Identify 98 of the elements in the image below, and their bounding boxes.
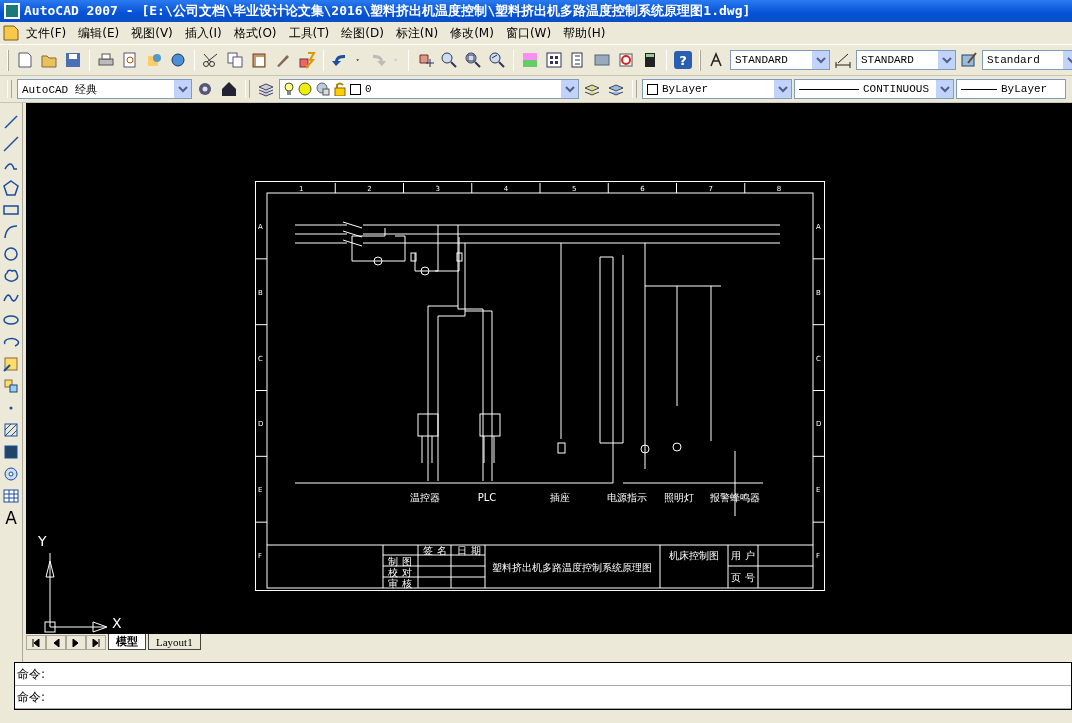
y-axis-label: Y bbox=[38, 533, 47, 549]
dimension-style-select[interactable]: STANDARD bbox=[856, 50, 956, 70]
design-center-icon[interactable] bbox=[545, 51, 563, 69]
viewport-freeze-icon bbox=[316, 82, 330, 96]
linetype-name: CONTINUOUS bbox=[863, 83, 929, 95]
zoom-previous-icon[interactable] bbox=[488, 51, 506, 69]
new-file-icon[interactable] bbox=[16, 51, 34, 69]
sheet-set-icon[interactable] bbox=[593, 51, 611, 69]
gear-icon[interactable] bbox=[196, 80, 214, 98]
clipboard-icon[interactable] bbox=[250, 51, 268, 69]
table-icon[interactable] bbox=[2, 487, 20, 505]
arrow-icon bbox=[32, 638, 40, 647]
hatch-icon[interactable] bbox=[2, 421, 20, 439]
lineweight-select[interactable]: ByLayer bbox=[956, 79, 1066, 99]
line-sample-icon bbox=[799, 87, 859, 91]
prev-tab-button[interactable] bbox=[46, 635, 66, 650]
preview-icon[interactable] bbox=[121, 51, 139, 69]
load-label: 电源指示 bbox=[607, 492, 647, 503]
color-swatch-icon bbox=[647, 83, 658, 95]
role-label: 制 图 bbox=[388, 556, 412, 567]
layer-name: 0 bbox=[365, 83, 372, 95]
table-style-icon[interactable] bbox=[960, 51, 978, 69]
color-swatch-icon bbox=[350, 83, 361, 95]
workspace-select[interactable]: AutoCAD 经典 bbox=[17, 79, 192, 99]
text-style-select[interactable]: STANDARD bbox=[730, 50, 830, 70]
menu-item[interactable]: 格式(O) bbox=[227, 24, 283, 42]
arrow-icon bbox=[92, 638, 100, 647]
menu-item[interactable]: 帮助(H) bbox=[557, 24, 612, 42]
command-prompt: 命令: bbox=[17, 688, 46, 706]
layout-tab[interactable]: 模型 bbox=[108, 634, 146, 650]
first-tab-button[interactable] bbox=[26, 635, 46, 650]
gradient-icon[interactable] bbox=[2, 443, 20, 461]
lightbulb-icon bbox=[284, 82, 294, 96]
arc-icon[interactable] bbox=[2, 223, 20, 241]
revision-cloud-icon[interactable] bbox=[2, 267, 20, 285]
multiline-text-tool[interactable]: A bbox=[5, 507, 17, 529]
arrow-icon bbox=[72, 638, 80, 647]
drawing-type: 机床控制图 bbox=[669, 550, 719, 561]
layout-tab[interactable]: Layout1 bbox=[148, 634, 201, 650]
save-icon[interactable] bbox=[64, 51, 82, 69]
polygon-icon[interactable] bbox=[2, 179, 20, 197]
load-label: 照明灯 bbox=[664, 492, 694, 503]
load-label: 报警蜂鸣器 bbox=[710, 492, 760, 503]
sun-icon bbox=[298, 82, 312, 96]
menu-item[interactable]: 视图(V) bbox=[125, 24, 179, 42]
role-label: 审 核 bbox=[388, 578, 412, 589]
load-label: 插座 bbox=[550, 492, 570, 503]
command-window[interactable]: 命令: 命令: bbox=[14, 662, 1072, 710]
load-label: PLC bbox=[477, 492, 497, 503]
menu-item[interactable]: 工具(T) bbox=[282, 24, 336, 42]
markup-icon[interactable] bbox=[617, 51, 635, 69]
menu-item[interactable]: 窗口(W) bbox=[499, 24, 558, 42]
menu-item[interactable]: 绘图(D) bbox=[335, 24, 390, 42]
app-logo-icon bbox=[4, 3, 20, 19]
printer-icon[interactable] bbox=[97, 51, 115, 69]
column-heading: 签 名 bbox=[423, 545, 447, 556]
menu-item[interactable]: 文件(F) bbox=[20, 24, 73, 42]
zoom-window-icon[interactable] bbox=[464, 51, 482, 69]
region-icon[interactable] bbox=[2, 465, 20, 483]
last-tab-button[interactable] bbox=[86, 635, 106, 650]
menu-item[interactable]: 插入(I) bbox=[178, 24, 228, 42]
lineweight-name: ByLayer bbox=[1001, 83, 1048, 95]
menu-item[interactable]: 修改(M) bbox=[444, 24, 500, 42]
color-name: ByLayer bbox=[662, 83, 709, 95]
load-label: 温控器 bbox=[410, 492, 440, 503]
block-editor-icon[interactable] bbox=[298, 51, 316, 69]
next-tab-button[interactable] bbox=[66, 635, 86, 650]
role-label: 校 对 bbox=[388, 567, 412, 578]
menu-item[interactable]: 编辑(E) bbox=[72, 24, 126, 42]
drawing-title: 塑料挤出机多路温度控制系统原理图 bbox=[492, 562, 652, 573]
make-block-icon[interactable] bbox=[2, 377, 20, 395]
window-title: AutoCAD 2007 - [E:\公司文档\毕业设计论文集\2016\塑料挤出机温度控制\塑料挤出机多路温度控制系统原理图1.dwg] bbox=[24, 2, 751, 20]
client-label: 用 户 bbox=[731, 550, 755, 561]
layer-select[interactable]: 0 bbox=[279, 79, 579, 99]
menu-item[interactable]: 标注(N) bbox=[389, 24, 445, 42]
command-prompt: 命令: bbox=[17, 665, 46, 683]
house-icon[interactable] bbox=[220, 80, 238, 98]
dimension-style-icon[interactable] bbox=[834, 51, 852, 69]
globe-icon[interactable] bbox=[169, 51, 187, 69]
arrow-icon bbox=[52, 638, 60, 647]
number-label: 页 号 bbox=[731, 572, 755, 583]
zoom-realtime-icon[interactable] bbox=[440, 51, 458, 69]
insert-block-icon[interactable] bbox=[2, 355, 20, 373]
linetype-select[interactable]: CONTINUOUS bbox=[794, 79, 954, 99]
circle-icon[interactable] bbox=[2, 245, 20, 263]
layers-icon[interactable] bbox=[257, 80, 275, 98]
x-axis-label: X bbox=[112, 615, 122, 631]
construction-line-icon[interactable] bbox=[2, 135, 20, 153]
color-select[interactable]: ByLayer bbox=[642, 79, 792, 99]
padlock-icon bbox=[334, 82, 346, 96]
scissors-icon[interactable] bbox=[202, 51, 220, 69]
column-heading: 日 期 bbox=[457, 545, 481, 556]
table-style-select[interactable]: Standard bbox=[982, 50, 1072, 70]
help-button[interactable]: ? bbox=[674, 51, 692, 69]
document-icon[interactable] bbox=[2, 24, 20, 42]
line-icon[interactable] bbox=[2, 113, 20, 131]
copy-icon[interactable] bbox=[226, 51, 244, 69]
line-sample-icon bbox=[961, 87, 997, 91]
